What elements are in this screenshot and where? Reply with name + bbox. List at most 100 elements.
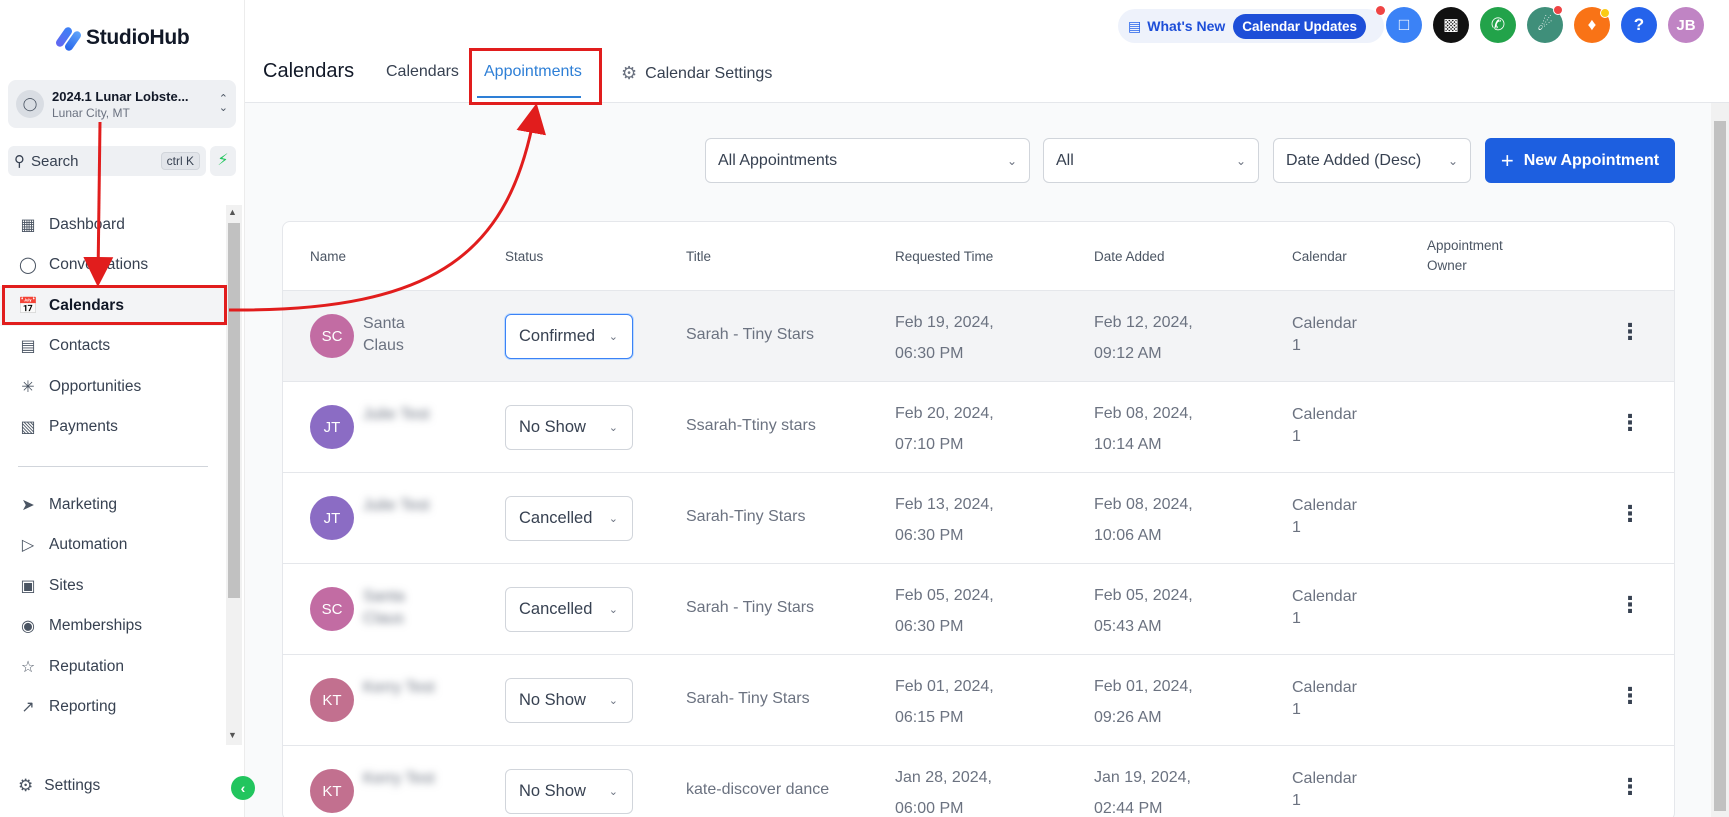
table-row[interactable]: JT Julie Test No Show ⌄ Ssarah-Ttiny star…	[283, 381, 1674, 472]
user-avatar[interactable]: JB	[1668, 7, 1704, 43]
scroll-up-icon[interactable]: ▲	[228, 207, 237, 217]
column-header-status[interactable]: Status	[505, 222, 543, 290]
plus-icon: +	[1500, 147, 1514, 173]
status-value: Cancelled	[519, 509, 593, 527]
chat-widget-button[interactable]: □	[1386, 7, 1422, 43]
sidebar-scroll-thumb[interactable]	[228, 223, 240, 598]
column-header-date-added[interactable]: Date Added	[1094, 222, 1165, 290]
appointment-type-select[interactable]: All Appointments ⌄	[705, 138, 1030, 183]
table-row[interactable]: KT Kerry Test No Show ⌄ Sarah- Tiny Stars…	[283, 654, 1674, 745]
sidebar-scrollbar[interactable]: ▲ ▼	[226, 205, 242, 745]
new-appointment-button[interactable]: + New Appointment	[1485, 138, 1675, 183]
status-select[interactable]: Cancelled ⌄	[505, 587, 633, 632]
phone-button[interactable]: ✆	[1480, 7, 1516, 43]
contact-name[interactable]: Santa Claus	[363, 313, 443, 357]
search-icon: ⚲	[14, 153, 25, 170]
requested-date: Feb 01, 2024,	[895, 678, 994, 695]
scroll-down-icon[interactable]: ▼	[228, 730, 237, 740]
date-added: Feb 08, 2024, 10:06 AM	[1094, 489, 1193, 551]
chevron-left-icon: ‹	[240, 780, 246, 796]
annotation-highlight-calendars	[2, 285, 227, 325]
sidebar-item-marketing[interactable]: ➤ Marketing	[0, 485, 225, 525]
row-actions-kebab-icon[interactable]: ⋮	[1619, 774, 1641, 800]
requested-clock: 07:10 PM	[895, 436, 964, 453]
sidebar-item-conversations[interactable]: ◯ Conversations	[0, 245, 225, 285]
sidebar-item-reputation[interactable]: ☆ Reputation	[0, 647, 225, 687]
brand-name: StudioHub	[86, 26, 190, 49]
sidebar-item-dashboard[interactable]: ▦ Dashboard	[0, 205, 225, 245]
contact-name[interactable]: Julie Test	[363, 495, 443, 517]
logo[interactable]: StudioHub	[54, 24, 190, 53]
table-row[interactable]: KT Kerry Test No Show ⌄ kate-discover dan…	[283, 745, 1674, 817]
chevron-down-icon: ⌄	[1235, 153, 1246, 168]
requested-time: Feb 05, 2024, 06:30 PM	[895, 580, 994, 642]
added-date: Feb 08, 2024,	[1094, 405, 1193, 422]
page-title: Calendars	[263, 60, 355, 82]
status-filter-select[interactable]: All ⌄	[1043, 138, 1259, 183]
status-select[interactable]: Cancelled ⌄	[505, 496, 633, 541]
chevron-updown-icon: ⌃ ⌄	[218, 93, 228, 114]
row-actions-kebab-icon[interactable]: ⋮	[1619, 410, 1641, 436]
bell-icon: ♦	[1587, 15, 1597, 34]
table-row[interactable]: JT Julie Test Cancelled ⌄ Sarah-Tiny Star…	[283, 472, 1674, 563]
page-scrollbar[interactable]	[1711, 103, 1729, 817]
column-header-title[interactable]: Title	[686, 222, 711, 290]
added-clock: 09:26 AM	[1094, 709, 1162, 726]
chevron-down-icon: ⌄	[1006, 153, 1017, 168]
status-select[interactable]: Confirmed ⌄	[505, 314, 633, 359]
table-row[interactable]: SC Santa Claus Confirmed ⌄ Sarah - Tiny S…	[283, 290, 1674, 381]
sidebar-item-sites[interactable]: ▣ Sites	[0, 566, 225, 606]
calendar-updates-badge[interactable]: Calendar Updates	[1233, 13, 1367, 39]
search-input[interactable]: ⚲ Search ctrl K	[8, 146, 206, 176]
megaphone-icon: ☄	[1537, 15, 1553, 34]
appointment-title: Sarah-Tiny Stars	[686, 508, 806, 525]
status-select[interactable]: No Show ⌄	[505, 678, 633, 723]
gear-icon: ⚙	[621, 63, 638, 83]
row-actions-kebab-icon[interactable]: ⋮	[1619, 501, 1641, 527]
column-header-name[interactable]: Name	[310, 222, 346, 290]
added-date: Feb 05, 2024,	[1094, 587, 1193, 604]
robot-icon: ▩	[1442, 15, 1460, 34]
table-row[interactable]: SC Santa Claus Cancelled ⌄ Sarah - Tiny S…	[283, 563, 1674, 654]
sidebar-item-memberships[interactable]: ◉ Memberships	[0, 606, 225, 646]
account-switcher[interactable]: ◯ 2024.1 Lunar Lobste... Lunar City, MT …	[8, 80, 236, 128]
whats-new-pill[interactable]: ▤ What's New Calendar Updates	[1118, 9, 1384, 43]
requested-clock: 06:15 PM	[895, 709, 964, 726]
status-select[interactable]: No Show ⌄	[505, 405, 633, 450]
status-select[interactable]: No Show ⌄	[505, 769, 633, 814]
date-added: Feb 01, 2024, 09:26 AM	[1094, 671, 1193, 733]
tab-calendars[interactable]: Calendars	[386, 63, 459, 81]
sidebar-item-contacts[interactable]: ▤ Contacts	[0, 326, 225, 366]
collapse-sidebar-button[interactable]: ‹	[231, 776, 255, 800]
payments-icon: ▧	[20, 419, 36, 436]
sidebar-item-opportunities[interactable]: ✳ Opportunities	[0, 367, 225, 407]
quick-action-bolt-icon[interactable]: ⚡	[210, 146, 236, 176]
column-header-calendar[interactable]: Calendar	[1292, 222, 1347, 290]
requested-time: Feb 19, 2024, 06:30 PM	[895, 307, 994, 369]
added-date: Feb 01, 2024,	[1094, 678, 1193, 695]
avatar: SC	[310, 587, 354, 631]
contact-name[interactable]: Kerry Test	[363, 677, 443, 699]
row-actions-kebab-icon[interactable]: ⋮	[1619, 683, 1641, 709]
news-icon: ▤	[1128, 17, 1142, 34]
contact-name[interactable]: Santa Claus	[363, 586, 443, 630]
sidebar-item-reporting[interactable]: ↗ Reporting	[0, 687, 225, 727]
contact-name[interactable]: Julie Test	[363, 404, 443, 426]
row-actions-kebab-icon[interactable]: ⋮	[1619, 319, 1641, 345]
tab-calendar-settings[interactable]: ⚙ Calendar Settings	[621, 63, 772, 84]
contact-name[interactable]: Kerry Test	[363, 768, 443, 790]
sidebar-item-automation[interactable]: ▷ Automation	[0, 525, 225, 565]
logo-icon	[54, 24, 83, 53]
sort-select[interactable]: Date Added (Desc) ⌄	[1273, 138, 1471, 183]
ai-bot-button[interactable]: ▩	[1433, 7, 1469, 43]
sidebar-item-settings[interactable]: ⚙ Settings	[18, 776, 100, 796]
column-header-requested-time[interactable]: Requested Time	[895, 222, 993, 290]
page-scroll-thumb[interactable]	[1714, 121, 1726, 811]
help-button[interactable]: ?	[1621, 7, 1657, 43]
sidebar-item-payments[interactable]: ▧ Payments	[0, 407, 225, 447]
chevron-down-icon: ⌄	[608, 786, 618, 798]
column-header-appointment-owner[interactable]: Appointment Owner	[1427, 222, 1527, 290]
added-clock: 10:06 AM	[1094, 527, 1162, 544]
row-actions-kebab-icon[interactable]: ⋮	[1619, 592, 1641, 618]
requested-time: Feb 20, 2024, 07:10 PM	[895, 398, 994, 460]
